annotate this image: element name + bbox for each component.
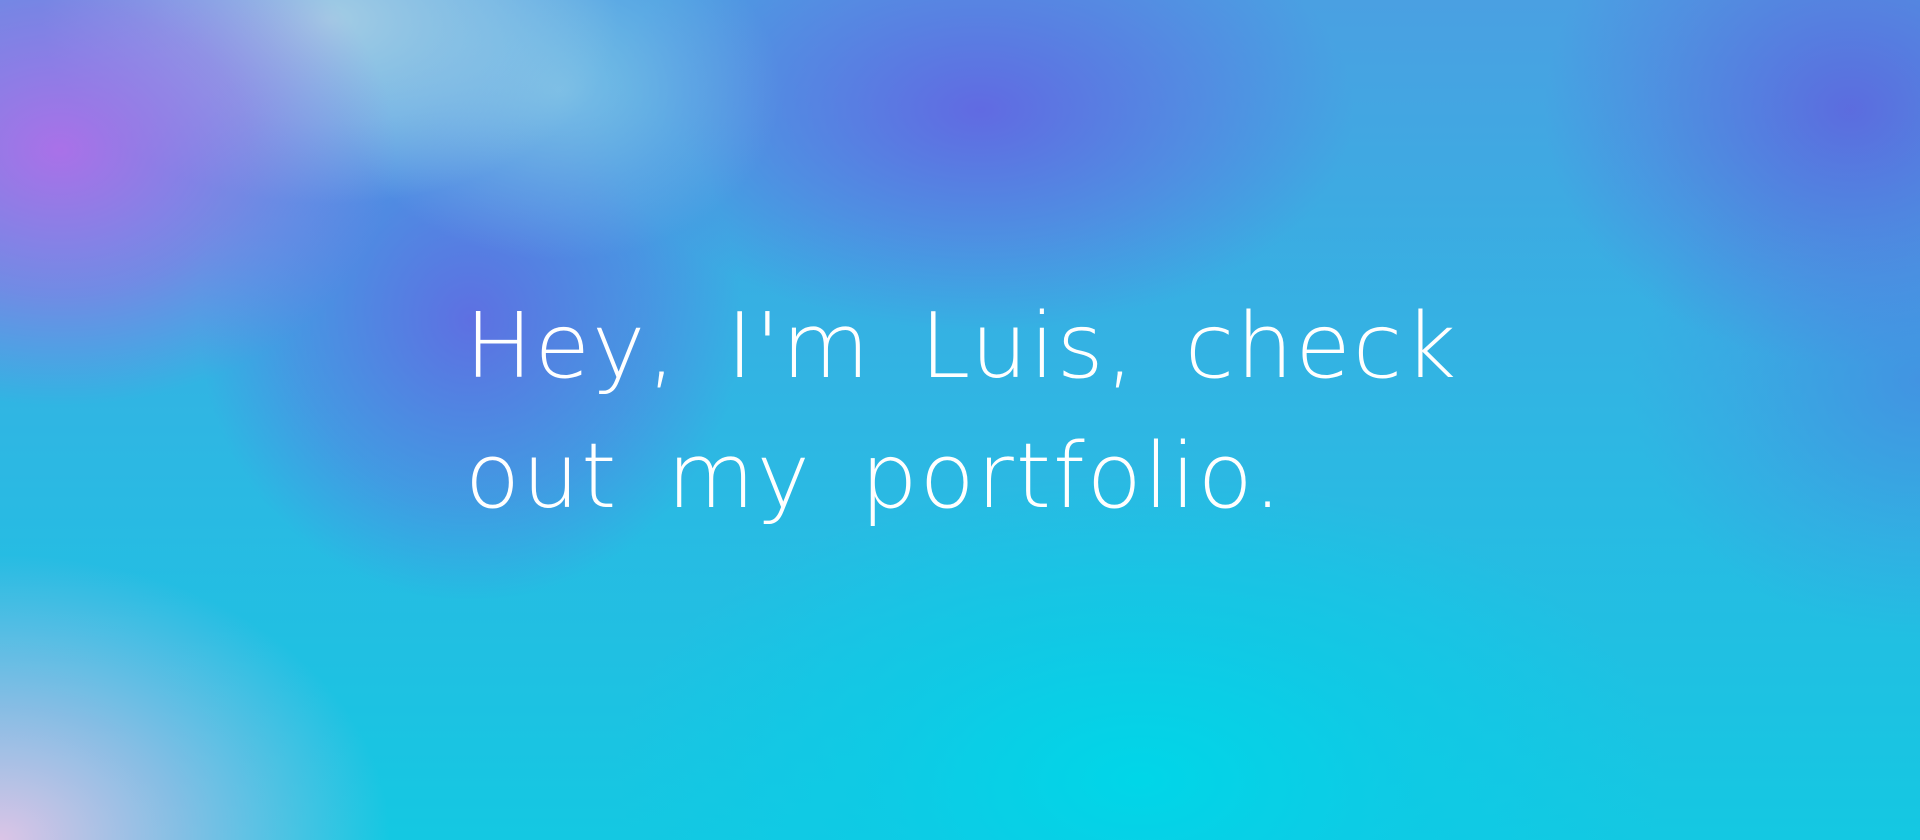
headline-line-1: Hey, I'm Luis, check xyxy=(465,294,1459,399)
hero-section: Hey, I'm Luis, check out my portfolio. xyxy=(0,0,1920,840)
headline-line-2: out my portfolio. xyxy=(465,424,1284,529)
hero-headline: Hey, I'm Luis, check out my portfolio. xyxy=(465,282,1565,542)
